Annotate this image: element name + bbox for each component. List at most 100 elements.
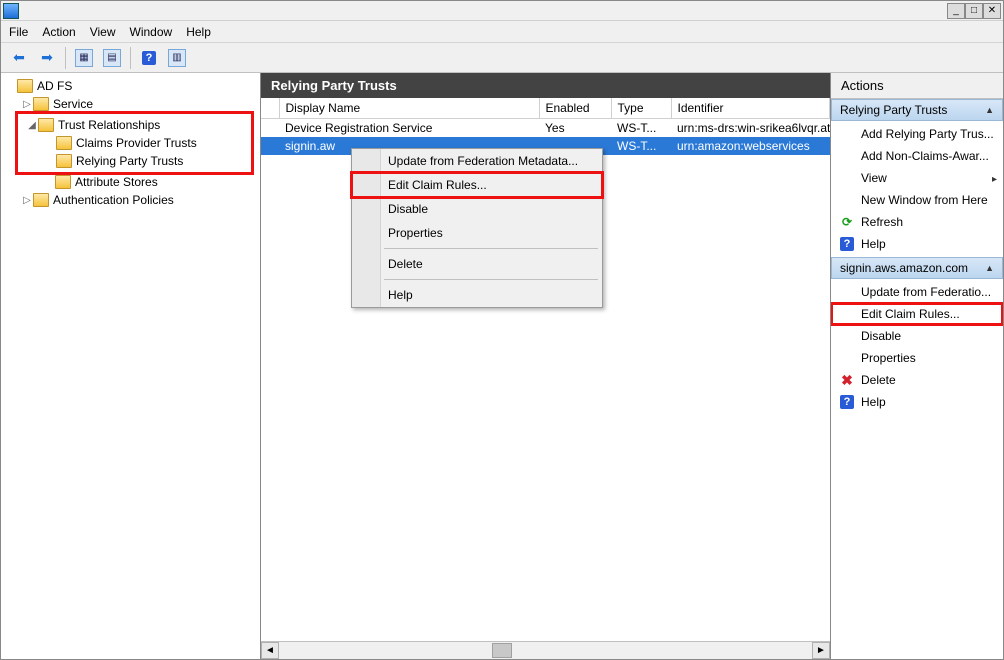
action-add-relying-party[interactable]: Add Relying Party Trus... bbox=[831, 123, 1003, 145]
ctx-properties[interactable]: Properties bbox=[352, 221, 602, 245]
action-help-2[interactable]: ?Help bbox=[831, 391, 1003, 413]
actions-section-signin[interactable]: signin.aws.amazon.com ▲ bbox=[831, 257, 1003, 279]
blank-icon bbox=[839, 328, 855, 344]
blank-icon bbox=[839, 148, 855, 164]
scroll-right-button[interactable]: ► bbox=[812, 642, 830, 659]
tree-root-adfs[interactable]: AD FS bbox=[1, 77, 260, 95]
toolbar: ▦ ▤ ? ▥ bbox=[1, 43, 1003, 73]
folder-icon bbox=[56, 136, 72, 150]
actions-section-rpt[interactable]: Relying Party Trusts ▲ bbox=[831, 99, 1003, 121]
ctx-help[interactable]: Help bbox=[352, 283, 602, 307]
maximize-button[interactable]: □ bbox=[965, 3, 983, 19]
cell-type: WS-T... bbox=[611, 137, 671, 155]
actions-list-1: Add Relying Party Trus... Add Non-Claims… bbox=[831, 121, 1003, 257]
toolbar-help-button[interactable]: ? bbox=[137, 46, 161, 70]
section-title: Relying Party Trusts bbox=[840, 103, 947, 117]
menu-file[interactable]: File bbox=[9, 25, 28, 39]
expander-icon[interactable]: ▷ bbox=[21, 99, 33, 110]
tree-label: Claims Provider Trusts bbox=[76, 136, 197, 150]
action-properties[interactable]: Properties bbox=[831, 347, 1003, 369]
toolbar-button-3[interactable]: ▥ bbox=[165, 46, 189, 70]
menubar: File Action View Window Help bbox=[1, 21, 1003, 43]
action-label: Refresh bbox=[861, 215, 903, 229]
ctx-update-federation[interactable]: Update from Federation Metadata... bbox=[352, 149, 602, 173]
tree-pane[interactable]: AD FS ▷ Service ◢ Trust Relationships Cl… bbox=[1, 73, 261, 659]
menu-help[interactable]: Help bbox=[186, 25, 211, 39]
close-button[interactable]: ✕ bbox=[983, 3, 1001, 19]
blank-icon bbox=[839, 170, 855, 186]
highlight-box-tree: ◢ Trust Relationships Claims Provider Tr… bbox=[15, 111, 254, 175]
tree-attribute-stores[interactable]: Attribute Stores bbox=[1, 173, 260, 191]
actions-header: Actions bbox=[831, 73, 1003, 99]
delete-icon: ✖ bbox=[839, 372, 855, 388]
mmc-window: _ □ ✕ File Action View Window Help ▦ ▤ ?… bbox=[0, 0, 1004, 660]
folder-icon bbox=[33, 193, 49, 207]
action-edit-claim-rules[interactable]: Edit Claim Rules... bbox=[831, 303, 1003, 325]
col-enabled[interactable]: Enabled bbox=[539, 98, 611, 118]
action-disable[interactable]: Disable bbox=[831, 325, 1003, 347]
action-view[interactable]: View bbox=[831, 167, 1003, 189]
tree-label: Relying Party Trusts bbox=[76, 154, 183, 168]
tree-claims-provider-trusts[interactable]: Claims Provider Trusts bbox=[20, 134, 249, 152]
action-label: Edit Claim Rules... bbox=[861, 307, 960, 321]
action-help[interactable]: ?Help bbox=[831, 233, 1003, 255]
collapse-icon[interactable]: ▲ bbox=[985, 263, 994, 273]
scroll-left-button[interactable]: ◄ bbox=[261, 642, 279, 659]
cell-identifier: urn:amazon:webservices bbox=[671, 137, 830, 155]
scroll-thumb[interactable] bbox=[492, 643, 512, 658]
nav-back-button[interactable] bbox=[7, 46, 31, 70]
action-label: Add Non-Claims-Awar... bbox=[861, 149, 989, 163]
folder-icon bbox=[17, 79, 33, 93]
tree-label: Trust Relationships bbox=[58, 118, 160, 132]
tree-authentication-policies[interactable]: ▷ Authentication Policies bbox=[1, 191, 260, 209]
expander-icon[interactable]: ▷ bbox=[21, 195, 33, 206]
toolbar-button-2[interactable]: ▤ bbox=[100, 46, 124, 70]
action-update-federation[interactable]: Update from Federatio... bbox=[831, 281, 1003, 303]
action-add-non-claims[interactable]: Add Non-Claims-Awar... bbox=[831, 145, 1003, 167]
toolbar-button-1[interactable]: ▦ bbox=[72, 46, 96, 70]
cell-type: WS-T... bbox=[611, 118, 671, 137]
menu-action[interactable]: Action bbox=[42, 25, 75, 39]
table-row[interactable]: Device Registration Service Yes WS-T... … bbox=[261, 118, 830, 137]
expander-icon[interactable]: ◢ bbox=[26, 120, 38, 131]
toolbar-separator bbox=[65, 47, 66, 69]
help-icon: ? bbox=[839, 236, 855, 252]
action-label: Add Relying Party Trus... bbox=[861, 127, 994, 141]
folder-icon bbox=[38, 118, 54, 132]
menu-window[interactable]: Window bbox=[130, 25, 173, 39]
actions-pane: Actions Relying Party Trusts ▲ Add Relyi… bbox=[831, 73, 1003, 659]
cell-enabled: Yes bbox=[539, 118, 611, 137]
tree-label: Attribute Stores bbox=[75, 175, 158, 189]
refresh-icon: ⟳ bbox=[839, 214, 855, 230]
folder-icon bbox=[55, 175, 71, 189]
horizontal-scrollbar[interactable]: ◄ ► bbox=[261, 641, 830, 659]
action-refresh[interactable]: ⟳ Refresh bbox=[831, 211, 1003, 233]
ctx-delete[interactable]: Delete bbox=[352, 252, 602, 276]
col-display-name[interactable]: Display Name bbox=[279, 98, 539, 118]
section-title: signin.aws.amazon.com bbox=[840, 261, 968, 275]
table-wrap[interactable]: Display Name Enabled Type Identifier Dev… bbox=[261, 98, 830, 641]
tree-label: AD FS bbox=[37, 79, 72, 93]
blank-icon bbox=[839, 350, 855, 366]
menu-view[interactable]: View bbox=[90, 25, 116, 39]
ctx-separator bbox=[384, 248, 598, 249]
blank-icon bbox=[839, 306, 855, 322]
scroll-track[interactable] bbox=[279, 642, 812, 659]
col-marker[interactable] bbox=[261, 98, 279, 118]
cell-identifier: urn:ms-drs:win-srikea6lvqr.athe bbox=[671, 118, 830, 137]
action-label: Help bbox=[861, 395, 886, 409]
action-label: Disable bbox=[861, 329, 901, 343]
tree-relying-party-trusts[interactable]: Relying Party Trusts bbox=[20, 152, 249, 170]
minimize-button[interactable]: _ bbox=[947, 3, 965, 19]
col-identifier[interactable]: Identifier bbox=[671, 98, 830, 118]
action-new-window[interactable]: New Window from Here bbox=[831, 189, 1003, 211]
ctx-disable[interactable]: Disable bbox=[352, 197, 602, 221]
nav-forward-button[interactable] bbox=[35, 46, 59, 70]
tree-trust-relationships[interactable]: ◢ Trust Relationships bbox=[20, 116, 249, 134]
center-pane: Relying Party Trusts Display Name Enable… bbox=[261, 73, 831, 659]
window-controls: _ □ ✕ bbox=[947, 3, 1001, 19]
collapse-icon[interactable]: ▲ bbox=[985, 105, 994, 115]
col-type[interactable]: Type bbox=[611, 98, 671, 118]
action-delete[interactable]: ✖Delete bbox=[831, 369, 1003, 391]
ctx-edit-claim-rules[interactable]: Edit Claim Rules... bbox=[352, 173, 602, 197]
